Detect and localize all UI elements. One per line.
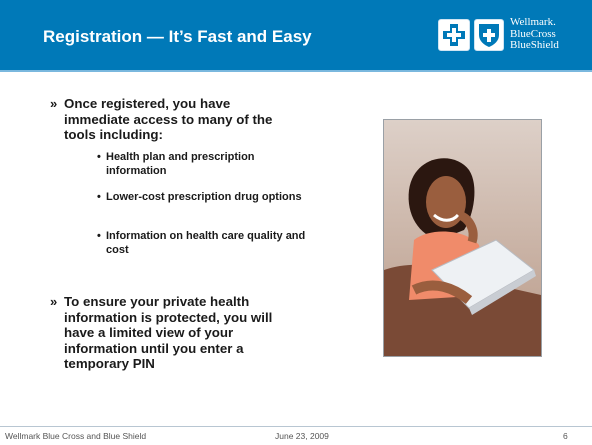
header-bar: Registration — It’s Fast and Easy Wellma… [0,0,592,70]
footer-bar: Wellmark Blue Cross and Blue Shield June… [0,426,592,445]
sub-bullet-marker: • [97,191,101,203]
sub-bullet-3: • Information on health care quality and… [97,230,316,257]
logo-wordmark: Wellmark. BlueCross BlueShield [510,16,559,52]
slide-content: » Once registered, you have immediate ac… [0,72,592,426]
footer-company: Wellmark Blue Cross and Blue Shield [5,431,147,441]
slide: Registration — It’s Fast and Easy Wellma… [0,0,592,445]
bullet-text: Once registered, you have immediate acce… [64,96,273,143]
bullet-marker: » [50,294,58,309]
sub-bullet-2: • Lower-cost prescription drug options [97,191,316,205]
woman-laptop-photo [383,119,542,357]
bullet-text: To ensure your private health informatio… [64,294,273,372]
sub-bullet-text: Health plan and prescription information [106,151,255,177]
sub-bullet-marker: • [97,230,101,242]
bullet-registration-access: » Once registered, you have immediate ac… [50,96,274,143]
page-number: 6 [563,431,568,441]
bullet-privacy: » To ensure your private health informat… [50,294,289,372]
slide-title: Registration — It’s Fast and Easy [43,27,312,46]
logo-line-1: Wellmark. [510,16,556,28]
sub-bullet-text: Lower-cost prescription drug options [106,191,302,203]
bullet-marker: » [50,96,58,111]
sub-bullet-text: Information on health care quality and c… [106,230,306,256]
footer-date: June 23, 2009 [275,431,329,441]
wellmark-logo: Wellmark. BlueCross BlueShield [438,16,576,53]
blue-cross-logo-icon [438,19,470,51]
sub-bullet-marker: • [97,151,101,163]
sub-bullet-1: • Health plan and prescription informati… [97,151,316,178]
logo-line-3: BlueShield [510,39,559,51]
blue-shield-logo-icon [474,19,504,51]
